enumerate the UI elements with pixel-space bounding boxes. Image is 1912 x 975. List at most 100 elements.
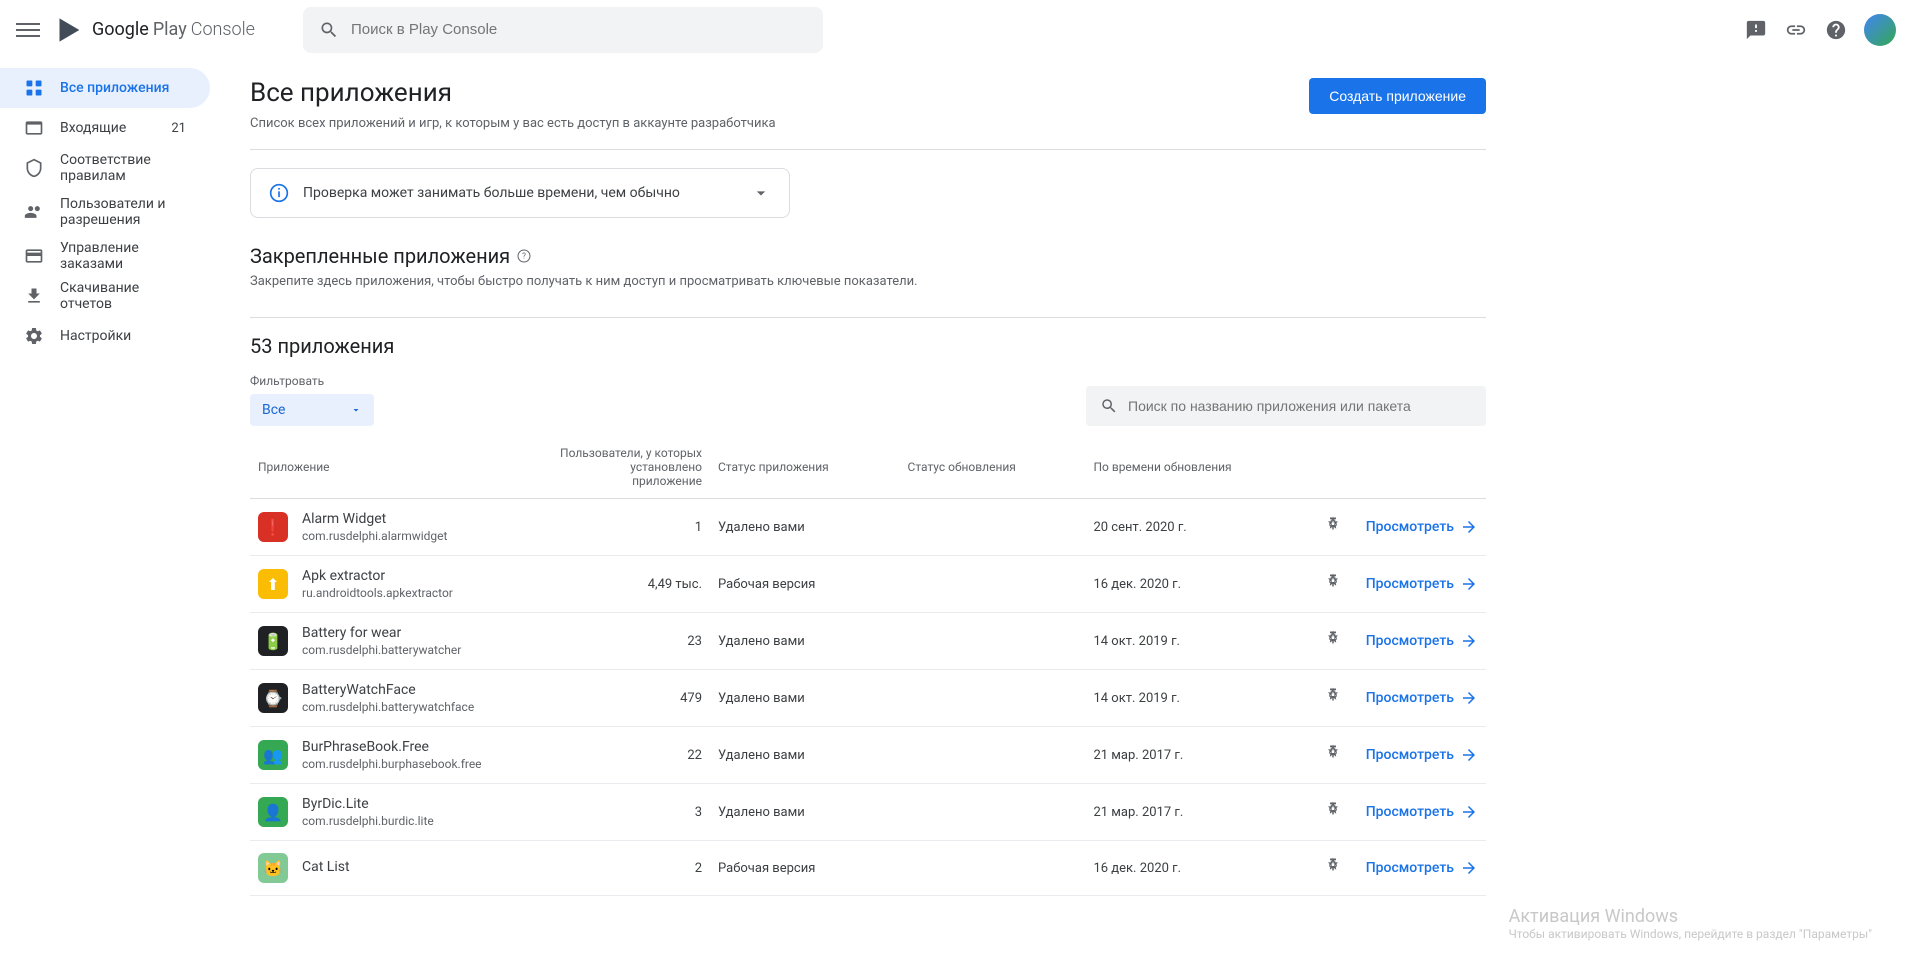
sidebar-item-all-apps[interactable]: Все приложения — [0, 68, 210, 108]
sidebar-item-order-management[interactable]: Управление заказами — [0, 236, 210, 276]
logo-google: Google — [92, 19, 149, 40]
download-icon — [24, 286, 44, 306]
table-row[interactable]: 👥 BurPhraseBook.Free com.rusdelphi.burph… — [250, 727, 1486, 784]
table-row[interactable]: ⌚ BatteryWatchFace com.rusdelphi.battery… — [250, 670, 1486, 727]
view-link[interactable]: Просмотреть — [1364, 575, 1478, 593]
update-status-cell — [900, 556, 1086, 613]
play-logo-icon — [56, 16, 84, 44]
arrow-right-icon — [1460, 803, 1478, 821]
search-icon — [1100, 397, 1118, 415]
pin-icon[interactable] — [1324, 801, 1342, 819]
svg-text:?: ? — [522, 252, 526, 261]
sidebar-item-settings[interactable]: Настройки — [0, 316, 210, 356]
info-text: Проверка может занимать больше времени, … — [303, 185, 751, 201]
filter-label: Фильтровать — [250, 374, 374, 388]
app-name: BatteryWatchFace — [302, 682, 474, 698]
status-cell: Удалено вами — [710, 670, 900, 727]
view-link[interactable]: Просмотреть — [1364, 803, 1478, 821]
update-time-cell: 21 мар. 2017 г. — [1085, 784, 1316, 841]
arrow-right-icon — [1460, 632, 1478, 650]
update-status-cell — [900, 784, 1086, 841]
create-app-button[interactable]: Создать приложение — [1309, 78, 1486, 114]
status-cell: Рабочая версия — [710, 556, 900, 613]
chevron-down-icon — [350, 404, 362, 416]
filter-chip[interactable]: Все — [250, 394, 374, 426]
header-right — [1744, 14, 1896, 46]
info-box[interactable]: Проверка может занимать больше времени, … — [250, 168, 790, 218]
col-app: Приложение — [250, 436, 550, 499]
view-link[interactable]: Просмотреть — [1364, 746, 1478, 764]
table-row[interactable]: 🐱 Cat List 2 Рабочая версия 16 дек. 2020… — [250, 841, 1486, 896]
card-icon — [24, 246, 44, 266]
app-name: ByrDic.Lite — [302, 796, 434, 812]
update-time-cell: 21 мар. 2017 г. — [1085, 727, 1316, 784]
help-circle-icon[interactable]: ? — [516, 248, 532, 264]
chevron-down-icon[interactable] — [751, 183, 771, 203]
update-time-cell: 16 дек. 2020 г. — [1085, 556, 1316, 613]
col-update-time: По времени обновления — [1085, 436, 1316, 499]
feedback-icon[interactable] — [1744, 18, 1768, 42]
table-row[interactable]: 🔋 Battery for wear com.rusdelphi.battery… — [250, 613, 1486, 670]
help-icon[interactable] — [1824, 18, 1848, 42]
view-link[interactable]: Просмотреть — [1364, 859, 1478, 877]
gear-icon — [24, 326, 44, 346]
update-time-cell: 14 окт. 2019 г. — [1085, 613, 1316, 670]
app-icon: 🔋 — [258, 626, 288, 656]
pin-icon[interactable] — [1324, 630, 1342, 648]
app-icon: ❗ — [258, 512, 288, 542]
logo[interactable]: Google Play Console — [56, 16, 255, 44]
pin-icon[interactable] — [1324, 687, 1342, 705]
update-status-cell — [900, 670, 1086, 727]
pin-icon[interactable] — [1324, 573, 1342, 591]
table-row[interactable]: 👤 ByrDic.Lite com.rusdelphi.burdic.lite … — [250, 784, 1486, 841]
status-cell: Удалено вами — [710, 784, 900, 841]
update-time-cell: 14 окт. 2019 г. — [1085, 670, 1316, 727]
table-search-input[interactable] — [1128, 398, 1472, 414]
sidebar-label: Все приложения — [60, 80, 169, 96]
installs-cell: 2 — [550, 841, 710, 896]
table-row[interactable]: ❗ Alarm Widget com.rusdelphi.alarmwidget… — [250, 499, 1486, 556]
sidebar-label: Пользователи и разрешения — [60, 196, 186, 228]
app-name: Battery for wear — [302, 625, 461, 641]
search-input[interactable] — [351, 21, 807, 38]
shield-icon — [24, 158, 44, 178]
pin-icon[interactable] — [1324, 744, 1342, 762]
sidebar-item-inbox[interactable]: Входящие 21 — [0, 108, 210, 148]
page-title: Все приложения — [250, 78, 776, 108]
apps-icon — [24, 78, 44, 98]
view-link[interactable]: Просмотреть — [1364, 518, 1478, 536]
info-icon — [269, 183, 289, 203]
page-subtitle: Список всех приложений и игр, к которым … — [250, 116, 776, 131]
main-content: Все приложения Список всех приложений и … — [218, 60, 1518, 928]
status-cell: Удалено вами — [710, 499, 900, 556]
table-row[interactable]: ⬆ Apk extractor ru.androidtools.apkextra… — [250, 556, 1486, 613]
table-search[interactable] — [1086, 386, 1486, 426]
sidebar-item-compliance[interactable]: Соответствие правилам — [0, 148, 210, 188]
view-link[interactable]: Просмотреть — [1364, 689, 1478, 707]
app-icon: ⌚ — [258, 683, 288, 713]
app-package: com.rusdelphi.burdic.lite — [302, 814, 434, 828]
view-link[interactable]: Просмотреть — [1364, 632, 1478, 650]
arrow-right-icon — [1460, 689, 1478, 707]
app-icon: 👥 — [258, 740, 288, 770]
hamburger-menu[interactable] — [16, 18, 40, 42]
apps-count-title: 53 приложения — [250, 334, 1486, 358]
arrow-right-icon — [1460, 859, 1478, 877]
pin-icon[interactable] — [1324, 516, 1342, 534]
sidebar-item-users[interactable]: Пользователи и разрешения — [0, 188, 210, 236]
sidebar-label: Скачивание отчетов — [60, 280, 186, 312]
link-icon[interactable] — [1784, 18, 1808, 42]
app-name: BurPhraseBook.Free — [302, 739, 482, 755]
pin-icon[interactable] — [1324, 857, 1342, 875]
search-bar[interactable] — [303, 7, 823, 53]
app-name: Alarm Widget — [302, 511, 447, 527]
update-time-cell: 20 сент. 2020 г. — [1085, 499, 1316, 556]
sidebar-item-download-reports[interactable]: Скачивание отчетов — [0, 276, 210, 316]
sidebar-label: Входящие — [60, 120, 126, 136]
sidebar-label: Настройки — [60, 328, 131, 344]
avatar[interactable] — [1864, 14, 1896, 46]
update-status-cell — [900, 613, 1086, 670]
installs-cell: 1 — [550, 499, 710, 556]
pinned-subtitle: Закрепите здесь приложения, чтобы быстро… — [250, 274, 1486, 289]
status-cell: Рабочая версия — [710, 841, 900, 896]
